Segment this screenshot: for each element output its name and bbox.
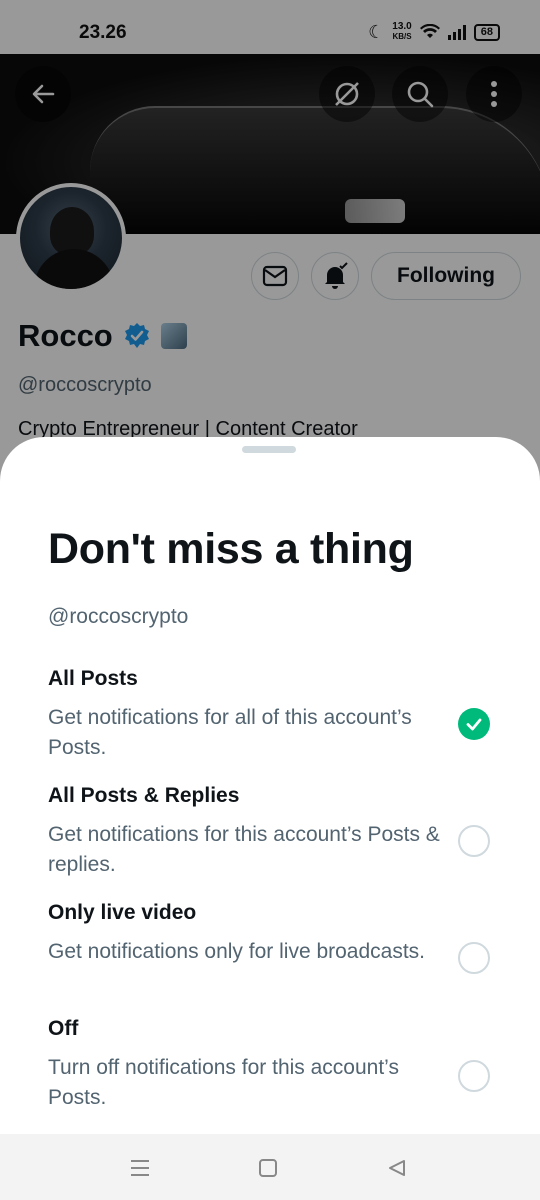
option-title: All Posts & Replies — [48, 784, 240, 807]
sheet-drag-handle[interactable] — [242, 446, 296, 453]
option-off[interactable]: Off Turn off notifications for this acco… — [0, 1017, 540, 1123]
system-navigation-bar — [0, 1134, 540, 1200]
notification-settings-sheet: Don't miss a thing @roccoscrypto All Pos… — [0, 437, 540, 1134]
option-description: Get notifications only for live broadcas… — [48, 940, 426, 963]
nav-home-button[interactable] — [253, 1153, 283, 1183]
option-posts-and-replies[interactable]: All Posts & Replies Get notifications fo… — [0, 784, 540, 890]
sheet-handle: @roccoscrypto — [48, 605, 189, 628]
radio-unselected[interactable] — [458, 1060, 490, 1092]
menu-icon — [131, 1160, 149, 1176]
option-title: Off — [48, 1017, 79, 1040]
triangle-back-icon — [389, 1160, 405, 1176]
option-description: Turn off notifications for this account’… — [48, 1056, 399, 1109]
nav-back-button[interactable] — [382, 1153, 412, 1183]
option-description: Get notifications for all of this accoun… — [48, 706, 412, 759]
option-title: Only live video — [48, 901, 197, 924]
radio-selected[interactable] — [458, 708, 490, 740]
option-all-posts[interactable]: All Posts Get notifications for all of t… — [0, 667, 540, 773]
radio-unselected[interactable] — [458, 942, 490, 974]
option-live-video[interactable]: Only live video Get notifications only f… — [0, 901, 540, 1007]
nav-menu-button[interactable] — [125, 1153, 155, 1183]
option-title: All Posts — [48, 667, 138, 690]
checkmark-icon — [466, 718, 482, 731]
square-home-icon — [259, 1159, 277, 1177]
sheet-title: Don't miss a thing — [48, 525, 414, 573]
option-description: Get notifications for this account’s Pos… — [48, 823, 440, 876]
radio-unselected[interactable] — [458, 825, 490, 857]
